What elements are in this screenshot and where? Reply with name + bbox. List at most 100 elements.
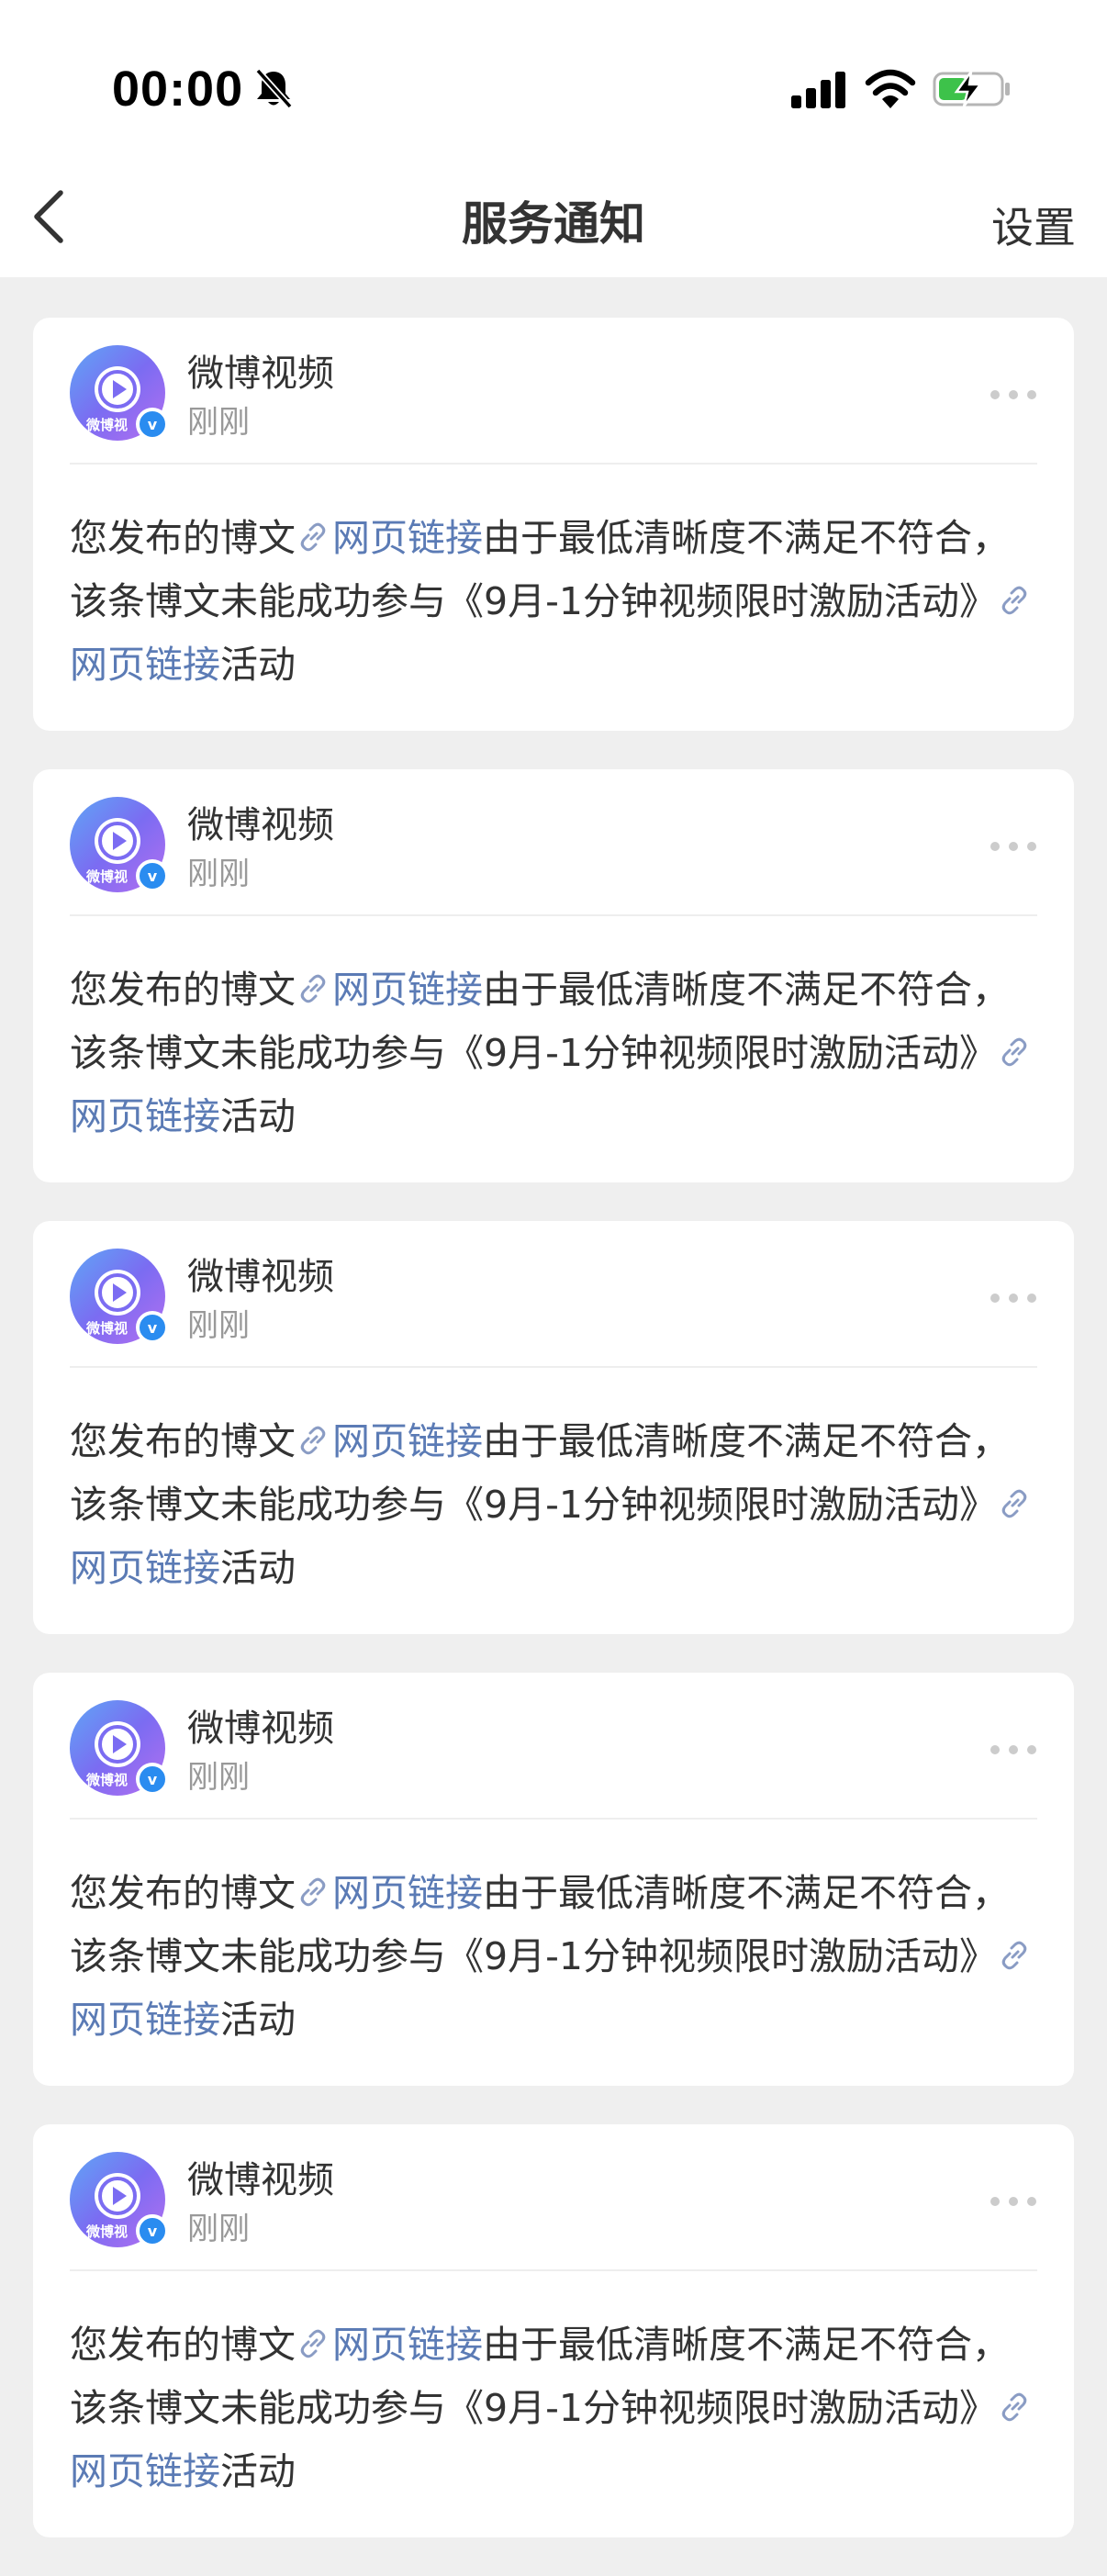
verified-badge-icon: v xyxy=(136,2214,169,2247)
svg-text:v: v xyxy=(148,1771,158,1788)
notification-message: 您发布的博文 网页链接由于最低清晰度不满足不符合，该条博文未能成功参与《9月-1分… xyxy=(70,958,1043,1148)
web-link-label[interactable]: 网页链接 xyxy=(70,1546,220,1590)
status-bar: 00:00 xyxy=(0,0,1107,156)
notification-message: 您发布的博文 网页链接由于最低清晰度不满足不符合，该条博文未能成功参与《9月-1分… xyxy=(70,507,1043,697)
message-text: 您发布的博文 xyxy=(70,516,296,560)
link-icon xyxy=(300,1877,326,1907)
more-icon[interactable] xyxy=(988,2194,1039,2209)
message-text: 活动 xyxy=(220,643,296,687)
web-link-label[interactable]: 网页链接 xyxy=(70,2449,220,2493)
divider xyxy=(70,1366,1037,1368)
link-icon xyxy=(1001,2392,1027,2422)
message-text: 活动 xyxy=(220,1094,296,1138)
link-icon xyxy=(300,1426,326,1455)
sender-name[interactable]: 微博视频 xyxy=(187,1698,334,1752)
avatar-caption: 微博视 xyxy=(86,1320,129,1337)
play-icon xyxy=(95,1721,140,1767)
verified-badge-icon: v xyxy=(136,1311,169,1344)
web-link[interactable]: 网页链接 xyxy=(296,968,483,1012)
notification-message: 您发布的博文 网页链接由于最低清晰度不满足不符合，该条博文未能成功参与《9月-1分… xyxy=(70,1862,1043,2052)
verified-badge-icon: v xyxy=(136,1763,169,1796)
avatar[interactable]: 微博视 v xyxy=(70,345,169,441)
web-link[interactable]: 网页链接 xyxy=(296,2323,483,2367)
card-header: 微博视 v 微博视频 刚刚 xyxy=(33,2124,1074,2271)
more-icon[interactable] xyxy=(988,387,1039,402)
card-header: 微博视 v 微博视频 刚刚 xyxy=(33,769,1074,916)
svg-text:v: v xyxy=(148,868,158,885)
avatar-caption: 微博视 xyxy=(86,1772,129,1788)
page-title: 服务通知 xyxy=(462,197,645,251)
timestamp: 刚刚 xyxy=(187,2211,250,2247)
play-icon xyxy=(95,1270,140,1316)
web-link[interactable]: 网页链接 xyxy=(296,1419,483,1463)
notification-card[interactable]: 微博视 v 微博视频 刚刚 您发布的博文 网页链接由于最低清晰度不满足不符合，该条… xyxy=(33,318,1074,731)
notification-card[interactable]: 微博视 v 微博视频 刚刚 您发布的博文 网页链接由于最低清晰度不满足不符合，该条… xyxy=(33,1673,1074,2086)
notification-card[interactable]: 微博视 v 微博视频 刚刚 您发布的博文 网页链接由于最低清晰度不满足不符合，该条… xyxy=(33,1221,1074,1634)
web-link[interactable]: 网页链接 xyxy=(296,1871,483,1915)
notification-card[interactable]: 微博视 v 微博视频 刚刚 您发布的博文 网页链接由于最低清晰度不满足不符合，该条… xyxy=(33,769,1074,1182)
link-icon xyxy=(1001,1941,1027,1970)
avatar[interactable]: 微博视 v xyxy=(70,2152,169,2247)
bell-off-icon xyxy=(255,68,293,109)
link-icon xyxy=(300,2329,326,2358)
timestamp: 刚刚 xyxy=(187,1759,250,1796)
notification-list: 微博视 v 微博视频 刚刚 您发布的博文 网页链接由于最低清晰度不满足不符合，该条… xyxy=(33,318,1074,2576)
divider xyxy=(70,2269,1037,2271)
more-icon[interactable] xyxy=(988,1291,1039,1305)
timestamp: 刚刚 xyxy=(187,404,250,441)
wifi-icon xyxy=(865,69,916,108)
divider xyxy=(70,463,1037,465)
web-link-label[interactable]: 网页链接 xyxy=(332,1871,483,1915)
message-text: 活动 xyxy=(220,1998,296,2042)
link-icon xyxy=(1001,1489,1027,1518)
message-text: 您发布的博文 xyxy=(70,2323,296,2367)
signal-icon xyxy=(791,72,845,108)
verified-badge-icon: v xyxy=(136,859,169,892)
message-text: 活动 xyxy=(220,2449,296,2493)
settings-button[interactable]: 设置 xyxy=(991,195,1076,255)
status-time: 00:00 xyxy=(112,62,244,117)
message-text: 您发布的博文 xyxy=(70,1871,296,1915)
svg-text:v: v xyxy=(148,2223,158,2240)
battery-charging-icon xyxy=(933,71,1010,107)
timestamp: 刚刚 xyxy=(187,1307,250,1344)
sender-name[interactable]: 微博视频 xyxy=(187,795,334,848)
more-icon[interactable] xyxy=(988,1742,1039,1757)
sender-name[interactable]: 微博视频 xyxy=(187,343,334,397)
card-header: 微博视 v 微博视频 刚刚 xyxy=(33,1221,1074,1368)
verified-badge-icon: v xyxy=(136,408,169,441)
avatar-caption: 微博视 xyxy=(86,2223,129,2240)
timestamp: 刚刚 xyxy=(187,856,250,892)
divider xyxy=(70,914,1037,916)
notification-message: 您发布的博文 网页链接由于最低清晰度不满足不符合，该条博文未能成功参与《9月-1分… xyxy=(70,2313,1043,2503)
link-icon xyxy=(1001,1037,1027,1067)
avatar[interactable]: 微博视 v xyxy=(70,1700,169,1796)
link-icon xyxy=(1001,586,1027,615)
message-text: 您发布的博文 xyxy=(70,968,296,1012)
web-link-label[interactable]: 网页链接 xyxy=(70,1998,220,2042)
avatar[interactable]: 微博视 v xyxy=(70,797,169,892)
avatar-caption: 微博视 xyxy=(86,868,129,885)
web-link-label[interactable]: 网页链接 xyxy=(70,643,220,687)
web-link-label[interactable]: 网页链接 xyxy=(332,516,483,560)
sender-name[interactable]: 微博视频 xyxy=(187,1247,334,1300)
notification-card[interactable]: 微博视 v 微博视频 刚刚 您发布的博文 网页链接由于最低清晰度不满足不符合，该条… xyxy=(33,2124,1074,2537)
avatar[interactable]: 微博视 v xyxy=(70,1249,169,1344)
svg-text:v: v xyxy=(148,1319,158,1337)
play-icon xyxy=(95,366,140,412)
web-link-label[interactable]: 网页链接 xyxy=(70,1094,220,1138)
web-link-label[interactable]: 网页链接 xyxy=(332,968,483,1012)
play-icon xyxy=(95,2173,140,2219)
web-link-label[interactable]: 网页链接 xyxy=(332,2323,483,2367)
play-icon xyxy=(95,818,140,864)
message-text: 活动 xyxy=(220,1546,296,1590)
svg-text:v: v xyxy=(148,416,158,433)
web-link-label[interactable]: 网页链接 xyxy=(332,1419,483,1463)
more-icon[interactable] xyxy=(988,839,1039,854)
notification-message: 您发布的博文 网页链接由于最低清晰度不满足不符合，该条博文未能成功参与《9月-1分… xyxy=(70,1410,1043,1600)
message-text: 您发布的博文 xyxy=(70,1419,296,1463)
link-icon xyxy=(300,522,326,552)
web-link[interactable]: 网页链接 xyxy=(296,516,483,560)
sender-name[interactable]: 微博视频 xyxy=(187,2150,334,2203)
link-icon xyxy=(300,974,326,1003)
